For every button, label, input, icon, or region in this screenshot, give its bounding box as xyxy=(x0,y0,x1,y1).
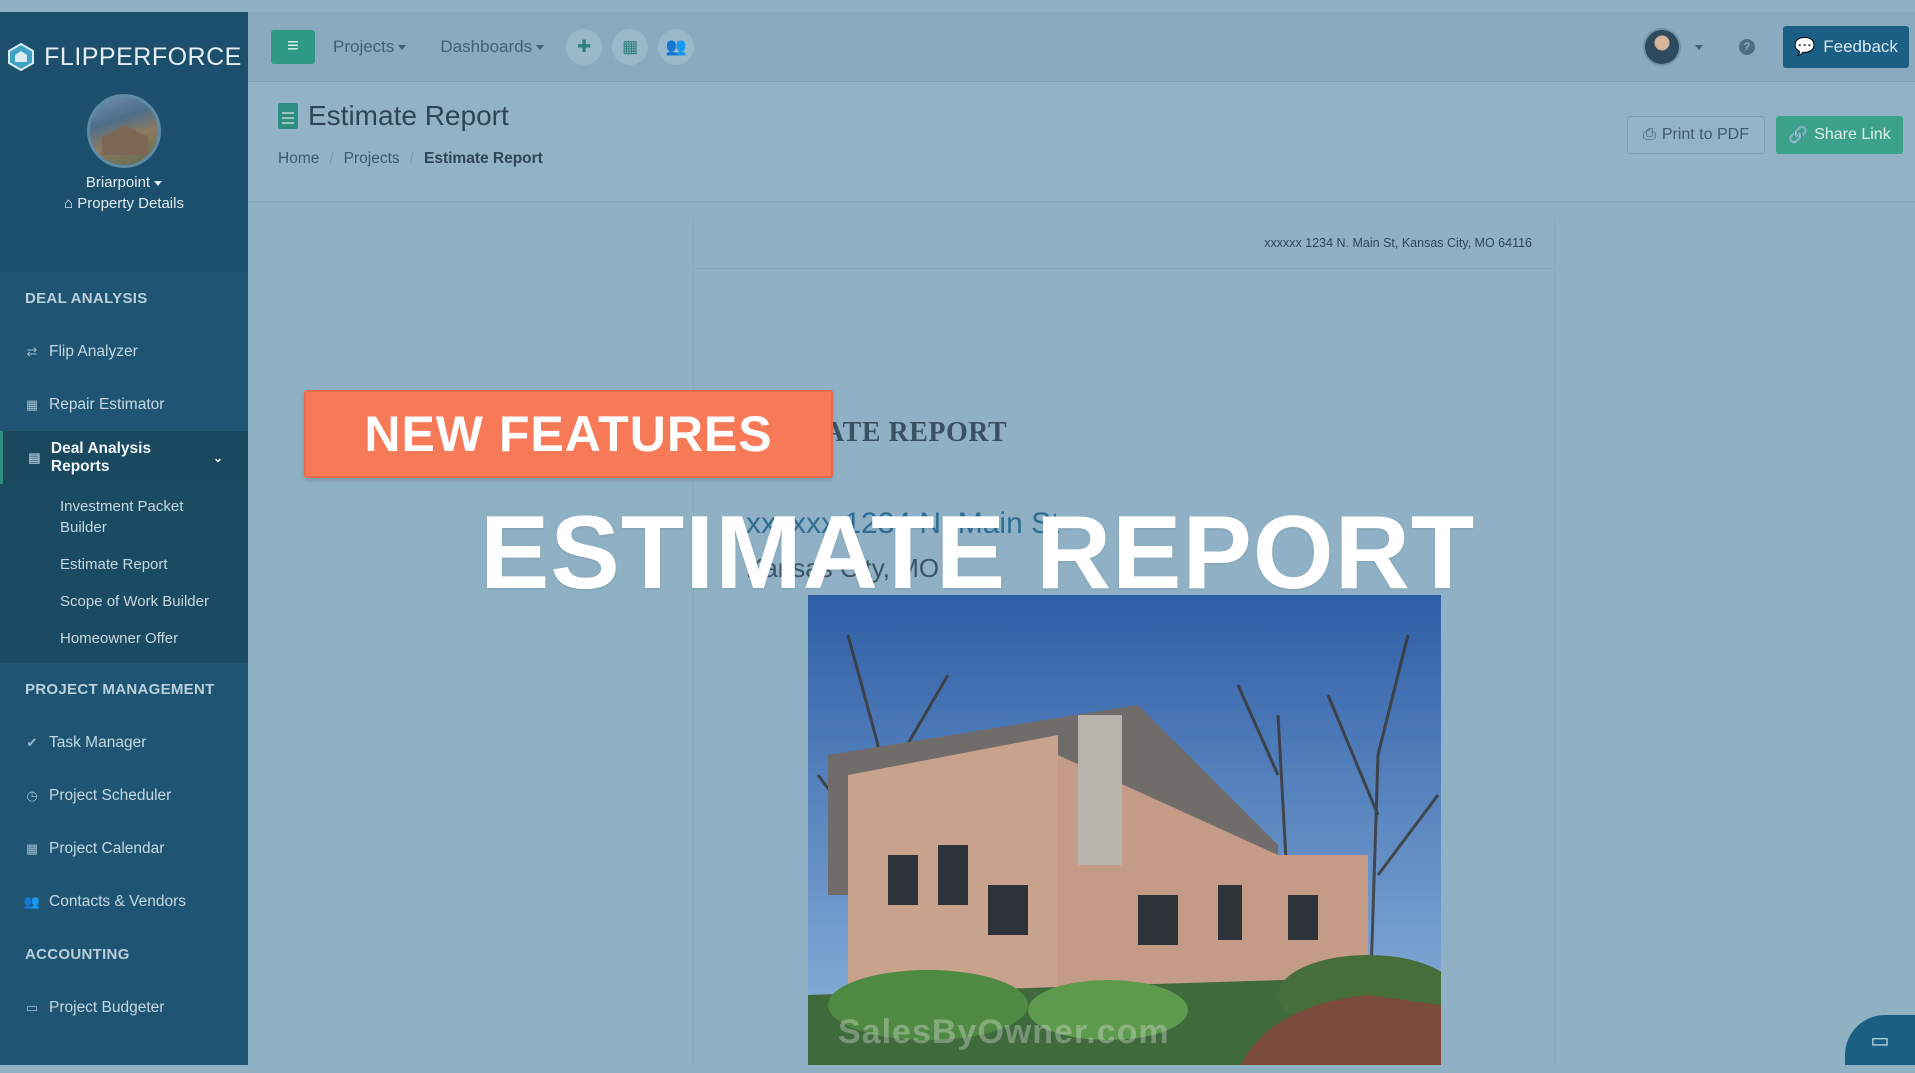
check-circle-icon: ✔ xyxy=(26,734,38,750)
page-header: Estimate Report Home / Projects / Estimate R… xyxy=(248,82,1915,202)
print-icon: ⎙ xyxy=(1643,126,1656,143)
projects-label: Projects xyxy=(333,36,395,56)
document-icon xyxy=(278,103,298,129)
app-frame: FLIPPERFORCE Briarpoint ⌂ Property Detai… xyxy=(0,12,1915,1065)
print-to-pdf-label: Print to PDF xyxy=(1661,126,1749,143)
breadcrumb: Home / Projects / Estimate Report xyxy=(278,150,543,168)
chevron-down-icon[interactable] xyxy=(1695,44,1703,50)
plus-icon: ✚ xyxy=(576,36,592,56)
breadcrumb-projects[interactable]: Projects xyxy=(344,150,400,167)
sidebar-item-flip-analyzer[interactable]: ⇄ Flip Analyzer xyxy=(0,325,248,378)
sidebar-item-label: Project Scheduler xyxy=(49,786,172,804)
property-photo: SalesByOwner.com xyxy=(808,595,1441,1065)
team-button[interactable]: 👥 xyxy=(658,28,695,65)
property-details-label: Property Details xyxy=(77,195,184,212)
chevron-down-icon xyxy=(154,180,163,186)
calendar-icon: ▦ xyxy=(25,840,39,856)
sidebar-item-contacts-vendors[interactable]: 👥 Contacts & Vendors xyxy=(0,875,248,928)
sidebar: FLIPPERFORCE Briarpoint ⌂ Property Detai… xyxy=(0,12,248,1065)
new-features-banner: NEW FEATURES xyxy=(304,390,833,478)
app-logo-text: FLIPPERFORCE xyxy=(44,42,242,71)
top-right-controls: ? 💬 Feedback xyxy=(1643,26,1909,68)
chat-widget-button[interactable]: ▭ xyxy=(1845,1015,1915,1065)
share-link-label: Share Link xyxy=(1814,126,1891,143)
chevron-down-icon xyxy=(536,44,545,50)
sidebar-item-label: Contacts & Vendors xyxy=(49,892,186,910)
chevron-down-icon xyxy=(398,44,407,50)
print-to-pdf-button[interactable]: ⎙ Print to PDF xyxy=(1627,116,1765,154)
flipperforce-logo-icon xyxy=(8,42,35,72)
property-switcher[interactable]: Briarpoint xyxy=(0,174,248,191)
add-button[interactable]: ✚ xyxy=(566,28,603,65)
top-navbar: ≡ Projects Dashboards ✚ ▦ 👥 ? 💬 Feedback xyxy=(248,12,1915,82)
sidebar-item-project-calendar[interactable]: ▦ Project Calendar xyxy=(0,822,248,875)
section-deal-analysis: DEAL ANALYSIS xyxy=(25,290,148,307)
calendar-icon: ▦ xyxy=(622,36,639,56)
submenu-item-scope-of-work-builder[interactable]: Scope of Work Builder xyxy=(0,585,248,618)
sidebar-item-label: Project Calendar xyxy=(49,839,165,857)
breadcrumb-separator: / xyxy=(409,150,414,167)
file-icon: ▤ xyxy=(28,449,41,465)
sidebar-header: FLIPPERFORCE Briarpoint ⌂ Property Detai… xyxy=(0,12,248,272)
submenu-item-estimate-report[interactable]: Estimate Report xyxy=(0,548,248,581)
sidebar-item-label: Deal Analysis Reports xyxy=(50,439,152,475)
share-link-button[interactable]: 🔗 Share Link xyxy=(1776,116,1903,154)
menu-toggle-button[interactable]: ≡ xyxy=(271,29,315,64)
feedback-label: Feedback xyxy=(1823,37,1898,56)
home-icon: ⌂ xyxy=(64,195,74,212)
dashboards-dropdown[interactable]: Dashboards xyxy=(440,36,545,57)
section-project-management: PROJECT MANAGEMENT xyxy=(25,681,215,698)
sidebar-item-deal-analysis-reports[interactable]: ▤ Deal Analysis Reports ⌄ xyxy=(0,431,248,484)
section-accounting: ACCOUNTING xyxy=(25,946,130,963)
breadcrumb-separator: / xyxy=(329,150,334,167)
calendar-button[interactable]: ▦ xyxy=(612,28,649,65)
link-icon: 🔗 xyxy=(1788,127,1809,144)
projects-dropdown[interactable]: Projects xyxy=(333,36,407,57)
sidebar-item-project-budgeter[interactable]: ▭ Project Budgeter xyxy=(0,981,248,1034)
hamburger-icon: ≡ xyxy=(287,35,299,57)
property-name: Briarpoint xyxy=(85,174,151,191)
property-details-link[interactable]: ⌂ Property Details xyxy=(0,195,248,212)
calculator-icon: ▦ xyxy=(25,396,39,412)
report-heading: ATE REPORT xyxy=(824,417,1008,448)
comment-icon: 💬 xyxy=(1794,37,1816,56)
users-icon: 👥 xyxy=(23,893,41,909)
sidebar-item-label: Repair Estimator xyxy=(49,395,165,413)
sidebar-item-label: Project Budgeter xyxy=(49,998,165,1016)
users-icon: 👥 xyxy=(665,36,687,56)
help-icon[interactable]: ? xyxy=(1739,39,1755,55)
user-avatar[interactable] xyxy=(1643,28,1681,66)
feedback-button[interactable]: 💬 Feedback xyxy=(1783,26,1909,68)
money-icon: ▭ xyxy=(25,999,39,1015)
exchange-icon: ⇄ xyxy=(26,343,38,359)
property-avatar[interactable] xyxy=(87,94,161,168)
clock-icon: ◷ xyxy=(26,787,38,803)
page-title: Estimate Report xyxy=(278,100,509,132)
photo-watermark: SalesByOwner.com xyxy=(838,1013,1170,1051)
sidebar-item-task-manager[interactable]: ✔ Task Manager xyxy=(0,716,248,769)
submenu-item-investment-packet-builder[interactable]: Investment Packet Builder xyxy=(0,490,248,544)
sidebar-item-label: Task Manager xyxy=(49,733,147,751)
chevron-down-icon: ⌄ xyxy=(212,450,223,465)
breadcrumb-current: Estimate Report xyxy=(423,150,543,167)
house-illustration xyxy=(808,595,1441,1065)
report-preview: xxxxxx 1234 N. Main St, Kansas City, MO … xyxy=(693,217,1555,1065)
sidebar-item-project-scheduler[interactable]: ◷ Project Scheduler xyxy=(0,769,248,822)
page-title-text: Estimate Report xyxy=(308,100,509,131)
dashboards-label: Dashboards xyxy=(440,36,533,56)
app-logo[interactable]: FLIPPERFORCE xyxy=(0,42,248,72)
submenu-item-homeowner-offer[interactable]: Homeowner Offer xyxy=(0,622,248,655)
overlay-title: ESTIMATE REPORT xyxy=(480,495,1476,611)
sidebar-item-label: Flip Analyzer xyxy=(49,342,138,360)
chat-icon: ▭ xyxy=(1870,1029,1890,1052)
breadcrumb-home[interactable]: Home xyxy=(278,150,319,167)
reports-submenu: Investment Packet Builder Estimate Repor… xyxy=(0,484,248,663)
sidebar-item-repair-estimator[interactable]: ▦ Repair Estimator xyxy=(0,378,248,431)
report-header-address: xxxxxx 1234 N. Main St, Kansas City, MO … xyxy=(694,217,1554,269)
